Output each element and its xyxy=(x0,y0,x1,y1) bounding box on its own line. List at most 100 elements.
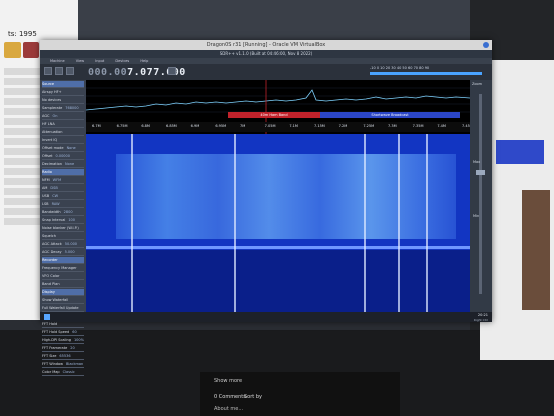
waterfall-signal-line xyxy=(364,134,366,312)
side-panel-row-label: Attenuation xyxy=(42,130,63,134)
close-button[interactable] xyxy=(483,42,489,48)
side-panel-row-value: 100% xyxy=(73,338,84,342)
background-comments-area: Show more 0 Comments Sort by About me... xyxy=(200,372,400,416)
side-panel-row-value: 2800 xyxy=(63,210,73,214)
side-panel-row[interactable]: Squelch xyxy=(42,233,84,240)
zoom-slider[interactable] xyxy=(479,94,482,294)
side-panel-row-label: Full Waterfall Update xyxy=(42,306,79,310)
side-panel-row-label: Band Plan xyxy=(42,282,60,286)
side-panel-row-label: FFT Hold xyxy=(42,322,58,326)
zoom-slider-handle[interactable] xyxy=(476,170,485,175)
vm-title: Dragon0S r31 [Running] - Oracle VM Virtu… xyxy=(206,42,326,48)
zoom-label: Zoom xyxy=(472,82,483,86)
side-panel-row[interactable]: Bandwidth 2800 xyxy=(42,209,84,216)
side-panel-row-label: LSB xyxy=(42,202,49,206)
side-panel-row-label: High-DPI Scaling xyxy=(42,338,71,342)
side-panel-row[interactable]: Decimation None xyxy=(42,161,84,168)
side-panel-row[interactable]: Color Map Classic xyxy=(42,369,84,376)
menu-machine[interactable]: Machine xyxy=(50,59,65,63)
band-shortwave-broadcast: Shortwave Broadcast xyxy=(320,112,460,118)
side-panel-row[interactable]: Snap Interval 100 xyxy=(42,217,84,224)
side-panel-row[interactable]: HF LNA xyxy=(42,121,84,128)
vm-taskbar: 20:21 Right Ctrl xyxy=(40,312,492,322)
side-panel-row-label: Color Map xyxy=(42,370,60,374)
side-panel-row[interactable]: Offset 0.00000 xyxy=(42,153,84,160)
menu-view[interactable]: View xyxy=(76,59,84,63)
side-panel-row-label: No devices xyxy=(42,98,62,102)
taskbar-clock: 20:21 xyxy=(477,313,488,317)
side-panel-row[interactable]: Full Waterfall Update xyxy=(42,305,84,312)
side-panel-row-label: AM xyxy=(42,186,48,190)
band-40m-ham: 40m Ham Band xyxy=(228,112,320,118)
side-panel-row[interactable]: Invert IQ xyxy=(42,137,84,144)
waterfall-transition-band xyxy=(86,246,470,249)
play-button[interactable] xyxy=(55,67,63,75)
side-panel-row[interactable]: Source xyxy=(42,81,84,88)
side-panel-row-value: 20 xyxy=(70,346,75,350)
side-panel-row[interactable]: Noise blanker (W.I.P.) xyxy=(42,225,84,232)
side-panel-row-label: USB xyxy=(42,194,50,198)
side-panel-row[interactable]: No devices xyxy=(42,97,84,104)
volume-button[interactable] xyxy=(66,67,74,75)
menu-help[interactable]: Help xyxy=(140,59,148,63)
waterfall-signal-line xyxy=(426,134,428,312)
side-panel-row-value: DSB xyxy=(50,186,58,190)
side-panel-row[interactable]: FFT Hold Speed 60 xyxy=(42,329,84,336)
side-panel-row[interactable]: Radio xyxy=(42,169,84,176)
side-panel-row[interactable]: Frequency Manager xyxy=(42,265,84,272)
side-panel-row[interactable]: Offset mode None xyxy=(42,145,84,152)
fft-spectrum[interactable]: 40m Ham Band Shortwave Broadcast 6.7M 6.7… xyxy=(86,80,473,134)
start-menu-icon[interactable] xyxy=(44,314,50,320)
frequency-tick-label: 7.4M xyxy=(437,124,446,128)
side-panel-row[interactable]: LSB RAW xyxy=(42,201,84,208)
side-panel-row-label: HF LNA xyxy=(42,122,55,126)
side-panel-row[interactable]: AGC On xyxy=(42,113,84,120)
background-video-column xyxy=(522,190,550,310)
snr-meter: -10 0 10 20 30 40 50 60 70 80 90 xyxy=(370,66,482,78)
side-panel-row-label: Offset xyxy=(42,154,53,158)
settings-side-panel[interactable]: Source Airspy HF+ No devices Samplerate 7680… xyxy=(40,80,86,376)
side-panel-row[interactable]: USB CW xyxy=(42,193,84,200)
side-panel-row[interactable]: AGC Attack 50.000 xyxy=(42,241,84,248)
side-panel-row[interactable]: Display xyxy=(42,289,84,296)
side-panel-row-label: Squelch xyxy=(42,234,56,238)
menu-devices[interactable]: Devices xyxy=(115,59,129,63)
max-label: Max xyxy=(473,160,481,164)
side-panel-row[interactable]: NFM WFM xyxy=(42,177,84,184)
side-panel-row-value: Blackman xyxy=(66,362,84,366)
frequency-tick-label: 7.15M xyxy=(314,124,325,128)
frequency-main: 7.077.000 xyxy=(127,67,186,78)
menu-input[interactable]: Input xyxy=(95,59,104,63)
side-panel-row[interactable]: FFT Size 65536 xyxy=(42,353,84,360)
frequency-tick-label: 6.9M xyxy=(190,124,200,128)
side-panel-row-label: NFM xyxy=(42,178,50,182)
side-panel-row[interactable]: Show Waterfall xyxy=(42,297,84,304)
tuning-mode-button[interactable] xyxy=(168,67,176,75)
side-panel-row-label: Snap Interval xyxy=(42,218,66,222)
menu-toggle-button[interactable] xyxy=(44,67,52,75)
side-panel-row[interactable]: Band Plan xyxy=(42,281,84,288)
side-panel-row[interactable]: AGC Decay 5.000 xyxy=(42,249,84,256)
side-panel-row[interactable]: AM DSB xyxy=(42,185,84,192)
side-panel-row-label: Recorder xyxy=(42,258,58,262)
side-panel-row[interactable]: High-DPI Scaling 100% xyxy=(42,337,84,344)
frequency-scale: 6.7M 6.75M 6.8M 6.85M 6.9M 6.95M 7M 7.05M 7.1M 7.… xyxy=(86,122,473,132)
frequency-tick-label: 6.8M xyxy=(141,124,150,128)
side-panel-row[interactable]: Recorder xyxy=(42,257,84,264)
side-panel-row-label: Samplerate xyxy=(42,106,63,110)
vm-titlebar[interactable]: Dragon0S r31 [Running] - Oracle VM Virtu… xyxy=(40,40,492,50)
virtualbox-window[interactable]: Dragon0S r31 [Running] - Oracle VM Virtu… xyxy=(40,40,492,376)
waterfall-signal-line xyxy=(234,134,236,312)
waterfall-dark-region xyxy=(86,250,470,312)
side-panel-row-label: AGC Decay xyxy=(42,250,62,254)
side-panel-row[interactable]: FFT Hold xyxy=(42,321,84,328)
frequency-tick-label: 6.95M xyxy=(215,124,227,128)
side-panel-row[interactable]: Airspy HF+ xyxy=(42,89,84,96)
side-panel-row[interactable]: FFT Framerate 20 xyxy=(42,345,84,352)
waterfall-display[interactable] xyxy=(86,134,470,312)
side-panel-row[interactable]: Samplerate 768000 xyxy=(42,105,84,112)
side-panel-row[interactable]: VFO Color xyxy=(42,273,84,280)
side-panel-row[interactable]: FFT Window Blackman xyxy=(42,361,84,368)
side-panel-row-label: FFT Window xyxy=(42,362,64,366)
side-panel-row[interactable]: Attenuation xyxy=(42,129,84,136)
